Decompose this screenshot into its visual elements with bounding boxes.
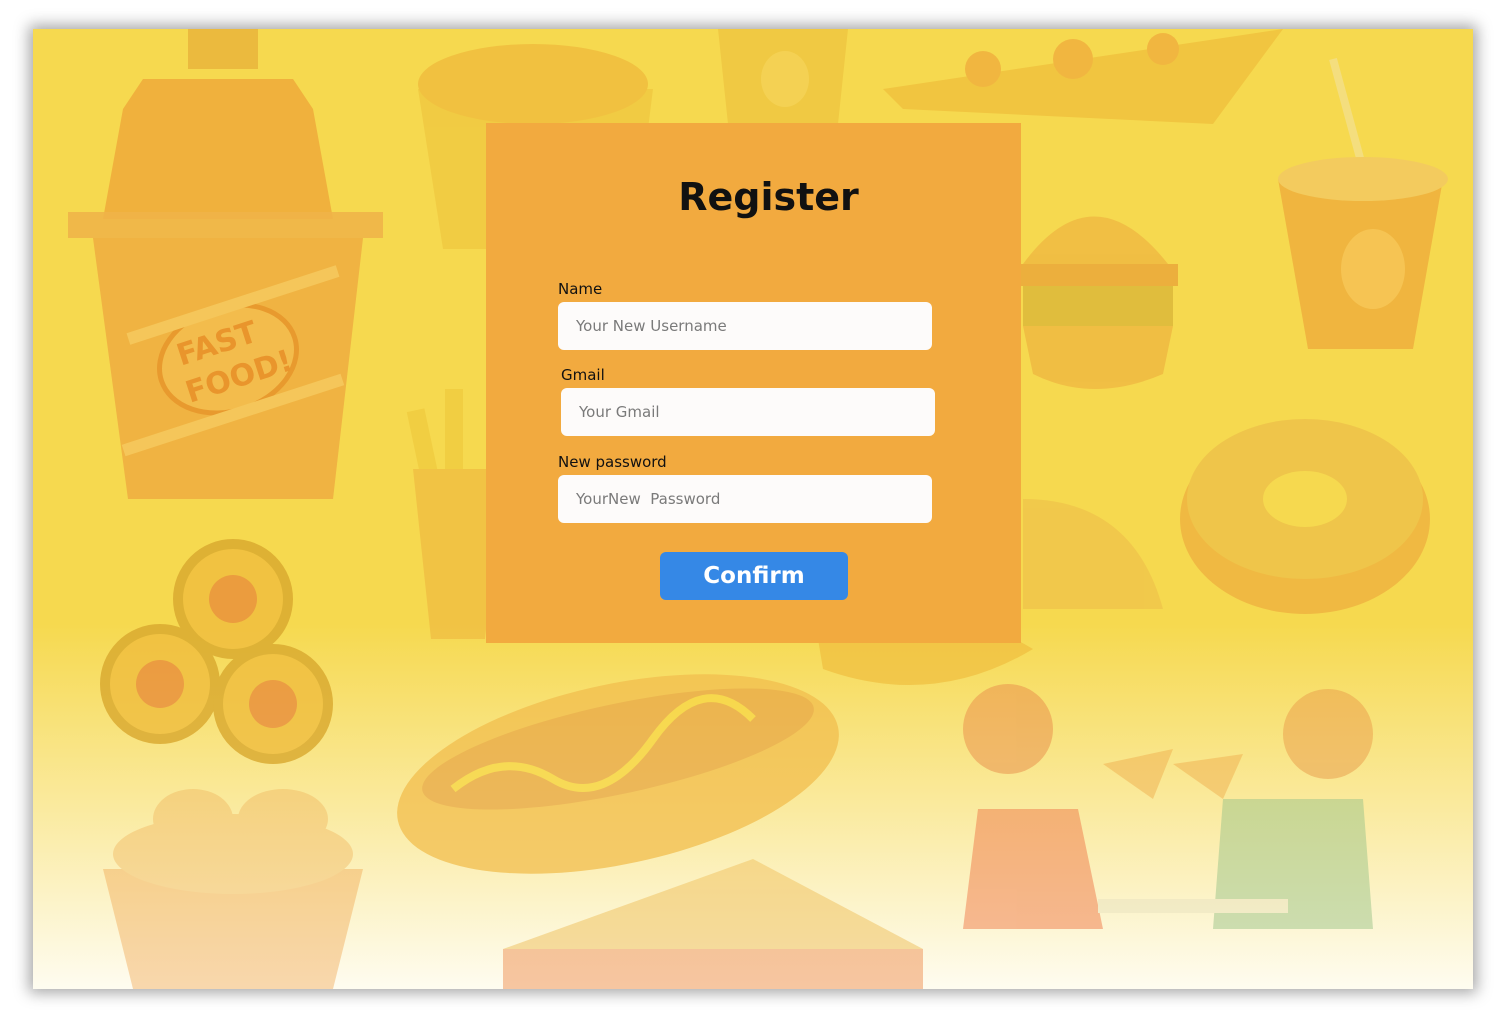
soda-cup-illustration [1278,57,1448,349]
pizza-slice-illustration [883,29,1283,124]
coffee-cup-illustration [718,29,848,124]
gmail-label: Gmail [561,366,605,384]
fried-chicken-illustration [103,789,363,989]
sandwich-illustration [503,859,923,989]
burger-illustration [1018,216,1178,389]
register-title: Register [678,175,859,219]
gmail-input[interactable] [561,388,935,436]
donut-illustration [1180,419,1430,614]
app-window: FAST FOOD! Register Name Your New Userna… [33,29,1473,989]
name-label: Name [558,280,603,298]
sushi-illustration [100,539,333,764]
confirm-button[interactable]: Confirm [660,552,848,600]
couple-eating-pizza-illustration [963,684,1373,929]
hot-dog-illustration [397,674,839,874]
register-form-card: Register Name Gmail New password Confirm [486,123,1021,643]
password-label: New password [558,453,667,471]
username-input[interactable] [558,302,932,350]
password-input[interactable] [558,475,932,523]
food-vendor-illustration: FAST FOOD! [68,29,383,499]
